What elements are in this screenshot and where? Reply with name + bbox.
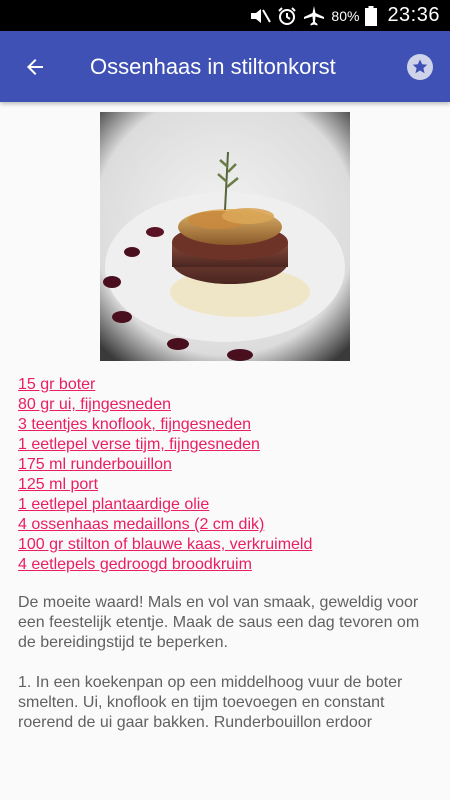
mute-icon	[249, 7, 272, 25]
recipe-content: 15 gr boter 80 gr ui, fijngesneden 3 tee…	[0, 112, 450, 733]
ingredient-list: 15 gr boter 80 gr ui, fijngesneden 3 tee…	[18, 375, 432, 575]
alarm-icon	[277, 6, 297, 26]
back-button[interactable]	[0, 31, 70, 102]
favorite-button[interactable]	[390, 31, 450, 102]
recipe-photo-container	[18, 112, 432, 361]
page-title: Ossenhaas in stiltonkorst	[90, 53, 336, 79]
ingredient-link[interactable]: 4 ossenhaas medaillons (2 cm dik)	[18, 515, 432, 535]
status-bar: 80% 23:36	[0, 0, 450, 31]
recipe-description: De moeite waard! Mals en vol van smaak, …	[18, 594, 420, 731]
ingredient-link[interactable]: 4 eetlepels gedroogd broodkruim	[18, 555, 432, 575]
app-bar: Ossenhaas in stiltonkorst	[0, 31, 450, 102]
ingredient-link[interactable]: 80 gr ui, fijngesneden	[18, 395, 432, 415]
battery-icon	[365, 5, 378, 26]
ingredient-link[interactable]: 15 gr boter	[18, 375, 432, 395]
airplane-icon	[303, 5, 325, 27]
arrow-back-icon	[27, 58, 43, 75]
ingredient-link[interactable]: 1 eetlepel plantaardige olie	[18, 495, 432, 515]
battery-percent: 80%	[331, 7, 360, 24]
recipe-photo	[100, 112, 350, 361]
ingredient-link[interactable]: 3 teentjes knoflook, fijngesneden	[18, 415, 432, 435]
ingredient-link[interactable]: 125 ml port	[18, 475, 432, 495]
ingredient-link[interactable]: 175 ml runderbouillon	[18, 455, 432, 475]
ingredient-link[interactable]: 1 eetlepel verse tijm, fijngesneden	[18, 435, 432, 455]
ingredient-link[interactable]: 100 gr stilton of blauwe kaas, verkruime…	[18, 535, 432, 555]
star-icon	[407, 53, 433, 80]
clock: 23:36	[387, 4, 440, 26]
